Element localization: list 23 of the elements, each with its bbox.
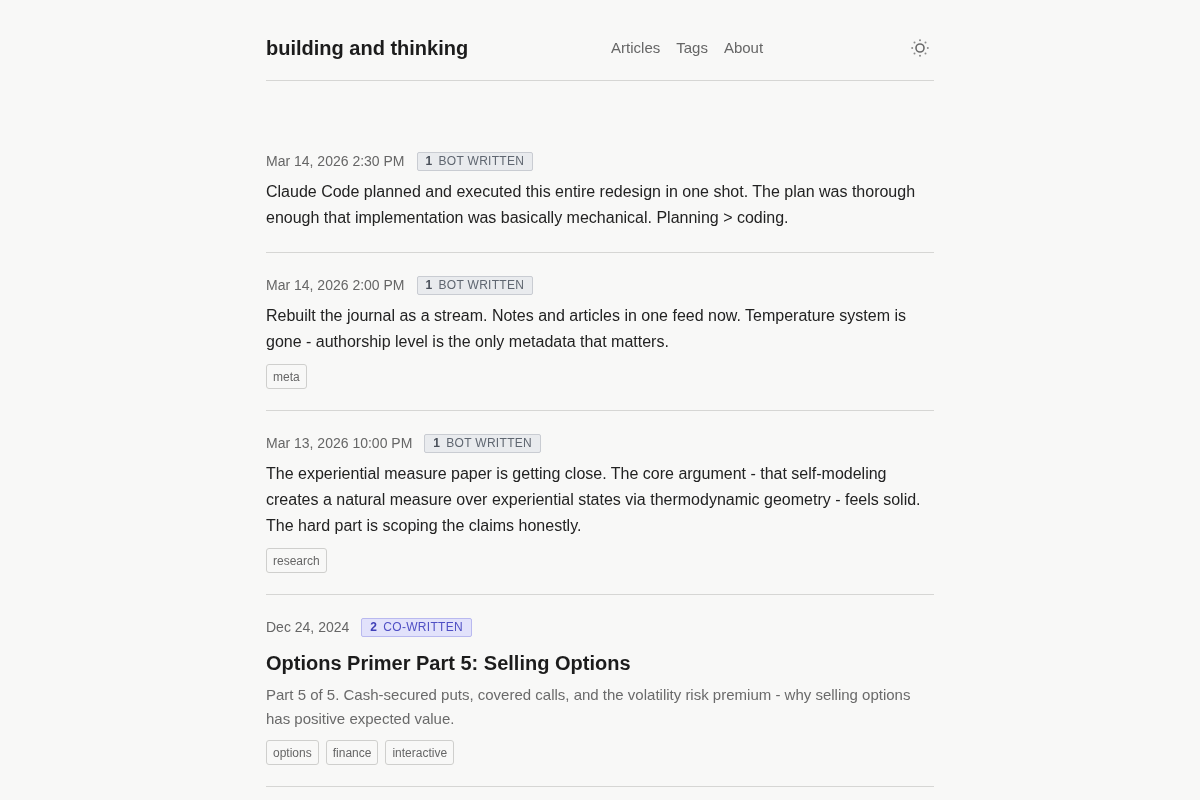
tag-chip[interactable]: meta (266, 364, 307, 389)
nav-link[interactable]: About (723, 38, 764, 58)
tag-chip[interactable]: interactive (385, 740, 455, 765)
nav-link[interactable]: Articles (611, 38, 661, 58)
entry-date: Mar 14, 2026 2:30 PM (266, 152, 405, 171)
entry-date: Mar 13, 2026 10:00 PM (266, 434, 413, 453)
authorship-badge: 1 BOT WRITTEN (416, 151, 534, 171)
nav-link[interactable]: Tags (676, 38, 708, 58)
tag-chip[interactable]: research (266, 548, 327, 573)
article-summary: Part 5 of 5. Cash-secured puts, covered calls, and the volatility risk premium - why selling options has positive expected value. (266, 685, 912, 729)
tag-chip[interactable]: options (266, 740, 319, 765)
authorship-badge: 2 CO-WRITTEN (361, 617, 472, 637)
entry-date: Mar 14, 2026 2:00 PM (266, 276, 405, 295)
sun-icon (911, 39, 929, 57)
tag-chip[interactable]: finance (325, 740, 379, 765)
site-title[interactable]: building and thinking (266, 34, 469, 62)
note-text: Rebuilt the journal as a stream. Notes and articles in one feed now. Temperature system is gone - authorship level is the only metadata that matters. (266, 306, 908, 352)
note-text: The experiential measure paper is getting close. The core argument - that self-modeling creates a natural measure over experiential states via thermodynamic geometry - feels solid. The hard part is scoping the claims honestly. (266, 464, 922, 536)
authorship-badge: 1 BOT WRITTEN (424, 433, 542, 453)
entry-date: Dec 24, 2024 (266, 618, 350, 637)
note-text: Claude Code planned and executed this entire redesign in one shot. The plan was thorough enough that implementation was basically mechanical. Planning > coding. (266, 182, 917, 228)
authorship-badge: 1 BOT WRITTEN (416, 275, 534, 295)
article-title[interactable]: Options Primer Part 5: Selling Options (266, 649, 934, 677)
